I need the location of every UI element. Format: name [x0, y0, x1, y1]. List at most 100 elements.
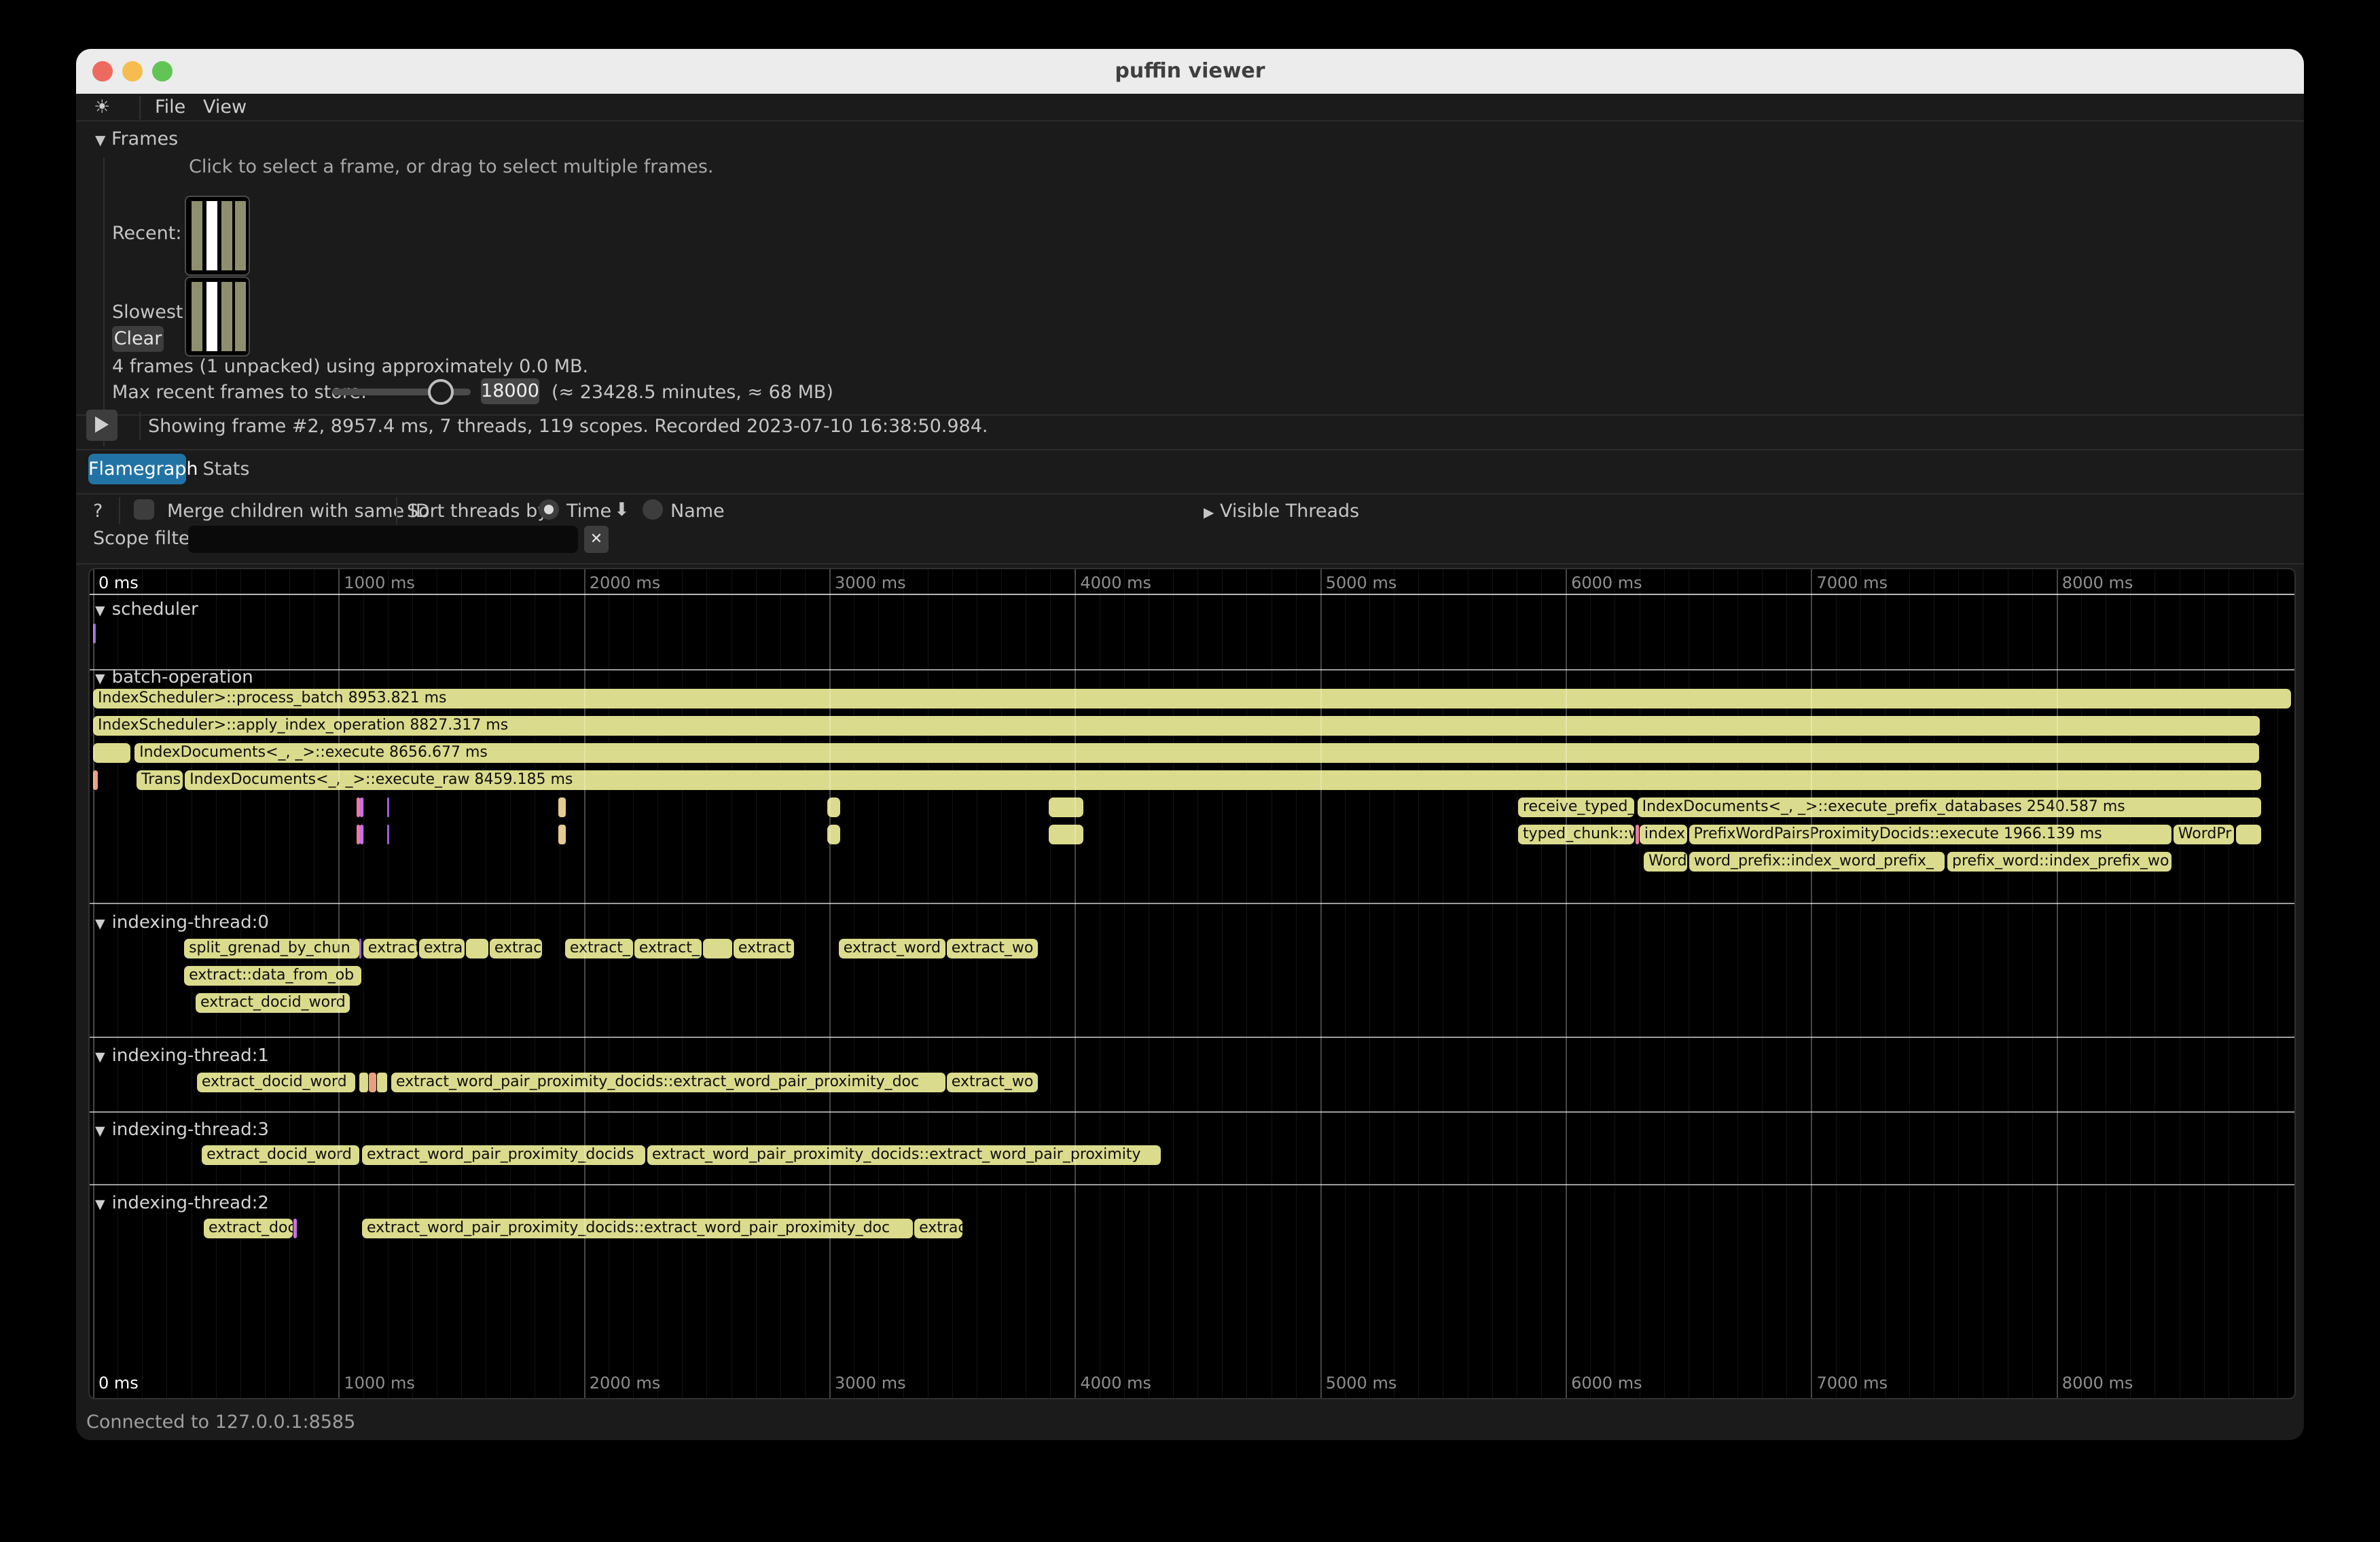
- thread-header-indexing-thread:2[interactable]: ▼indexing-thread:2: [95, 1193, 269, 1213]
- scope-bar[interactable]: [558, 825, 566, 844]
- recent-frames-thumbnail[interactable]: [185, 196, 250, 276]
- scope-bar[interactable]: [359, 939, 361, 958]
- slowest-frames-thumbnail[interactable]: [185, 276, 250, 357]
- frames-header[interactable]: ▼ Frames: [95, 128, 178, 149]
- thread-header-indexing-thread:1[interactable]: ▼indexing-thread:1: [95, 1045, 269, 1066]
- clear-button[interactable]: Clear: [112, 326, 164, 352]
- scope-bar[interactable]: extract::data_from_ob: [184, 966, 361, 986]
- thread-header-indexing-thread:3[interactable]: ▼ indexing-thread:3: [95, 1119, 269, 1140]
- theme-toggle-icon[interactable]: ☀: [94, 94, 110, 121]
- scope-bar[interactable]: prefix_word::index_prefix_wo: [1947, 852, 2171, 872]
- scope-bar[interactable]: extract_wo: [947, 939, 1038, 958]
- scope-bar[interactable]: [2236, 825, 2261, 844]
- scope-bar[interactable]: extract_wo: [947, 1073, 1038, 1092]
- scope-bar[interactable]: receive_typed_: [1518, 797, 1634, 817]
- scope-bar[interactable]: [1049, 825, 1083, 844]
- frames-header-label: Frames: [111, 128, 178, 149]
- scope-bar[interactable]: extract_docid_word: [196, 993, 350, 1013]
- scope-bar[interactable]: typed_chunk::w: [1518, 825, 1634, 844]
- scope-bar[interactable]: extract: [734, 939, 794, 958]
- thread-header-indexing-thread:0[interactable]: ▼indexing-thread:0: [95, 912, 269, 933]
- scope-bar[interactable]: [360, 825, 363, 844]
- scope-bar[interactable]: extra: [419, 939, 465, 958]
- frame-bar: [206, 282, 217, 351]
- scope-bar[interactable]: [293, 1219, 297, 1238]
- scope-bar[interactable]: IndexDocuments<_, _>::execute_prefix_dat…: [1638, 797, 2261, 817]
- scope-bar[interactable]: [703, 939, 732, 958]
- major-gridline: [829, 569, 831, 1398]
- axis-tick-label: 4000 ms: [1080, 573, 1151, 592]
- scope-bar[interactable]: [360, 797, 363, 817]
- scope-bar[interactable]: index: [1640, 825, 1687, 844]
- flamegraph-canvas[interactable]: 0 ms1000 ms2000 ms3000 ms4000 ms5000 ms6…: [88, 568, 2296, 1399]
- scope-bar[interactable]: Word: [1644, 852, 1687, 872]
- tab-flamegraph[interactable]: Flamegraph: [88, 454, 186, 484]
- major-gridline: [584, 569, 585, 1398]
- scope-bar[interactable]: [387, 825, 389, 844]
- axis-tick-label: 8000 ms: [2062, 573, 2133, 592]
- collapse-icon: ▼: [95, 1050, 105, 1064]
- scope-bar[interactable]: extract_doc: [204, 1219, 293, 1238]
- scope-bar[interactable]: [369, 1073, 376, 1092]
- clear-filter-button[interactable]: ✕: [584, 526, 609, 553]
- collapse-icon: ▼: [95, 132, 105, 148]
- scope-bar[interactable]: [1636, 825, 1639, 844]
- sort-name-radio[interactable]: [643, 499, 663, 520]
- sort-direction-icon[interactable]: ⬇: [614, 499, 630, 520]
- visible-threads-toggle[interactable]: ▶ Visible Threads: [1204, 501, 1359, 522]
- collapse-icon: ▼: [95, 1124, 105, 1138]
- scope-bar[interactable]: WordPr: [2174, 825, 2234, 844]
- sort-time-radio[interactable]: [539, 499, 559, 520]
- help-button[interactable]: ?: [93, 501, 103, 522]
- scope-bar[interactable]: [466, 939, 488, 958]
- thread-header-scheduler[interactable]: ▼scheduler: [95, 599, 198, 620]
- scope-bar[interactable]: extract_word: [839, 939, 945, 958]
- scope-bar[interactable]: extract_: [634, 939, 702, 958]
- scope-bar[interactable]: [93, 743, 130, 763]
- scope-bar[interactable]: extract: [363, 939, 418, 958]
- scope-bar[interactable]: [377, 1073, 387, 1092]
- scope-bar[interactable]: extract_word_pair_proximity_docids::extr…: [647, 1145, 1161, 1165]
- visible-threads-label: Visible Threads: [1220, 501, 1359, 522]
- axis-tick-label: 5000 ms: [1326, 1374, 1397, 1393]
- scope-bar[interactable]: extract_docid_word: [202, 1145, 359, 1165]
- tab-stats[interactable]: Stats: [202, 454, 250, 484]
- scope-bar[interactable]: IndexScheduler>::process_batch 8953.821 …: [93, 689, 2291, 709]
- scope-bar[interactable]: PrefixWordPairsProximityDocids::execute …: [1689, 825, 2172, 844]
- status-connection: Connected to 127.0.0.1:8585: [86, 1412, 355, 1433]
- scope-bar[interactable]: extrac: [490, 939, 542, 958]
- scope-bar[interactable]: [1049, 797, 1083, 817]
- radio-dot: [544, 505, 554, 514]
- scope-filter-input[interactable]: [188, 526, 578, 553]
- frame-bar: [221, 201, 232, 270]
- scope-bar[interactable]: split_grenad_by_chun: [184, 939, 359, 958]
- scope-bar[interactable]: extract_word_pair_proximity_docids::extr…: [391, 1073, 945, 1092]
- major-gridline: [1075, 569, 1076, 1398]
- menu-file[interactable]: File: [155, 94, 185, 121]
- scope-bar[interactable]: Trans: [137, 770, 183, 790]
- max-frames-note: (≈ 23428.5 minutes, ≈ 68 MB): [552, 382, 833, 403]
- slider-handle[interactable]: [428, 379, 454, 405]
- scope-bar[interactable]: IndexDocuments<_, _>::execute_raw 8459.1…: [185, 770, 2261, 790]
- divider: [139, 412, 141, 440]
- scope-bar[interactable]: extract_docid_word: [197, 1073, 355, 1092]
- play-button[interactable]: [86, 410, 118, 441]
- thread-header-batch-operation[interactable]: ▼batch-operation: [95, 667, 253, 687]
- scope-bar[interactable]: [387, 797, 389, 817]
- scope-bar[interactable]: [558, 797, 566, 817]
- collapse-icon: ▼: [95, 916, 105, 931]
- merge-children-checkbox[interactable]: [134, 499, 154, 520]
- major-gridline: [2057, 569, 2058, 1398]
- scope-bar[interactable]: extract_: [565, 939, 633, 958]
- scope-bar[interactable]: word_prefix::index_word_prefix_: [1689, 852, 1945, 872]
- scope-bar[interactable]: [359, 1073, 368, 1092]
- scope-bar[interactable]: IndexScheduler>::apply_index_operation 8…: [93, 716, 2260, 736]
- menu-view[interactable]: View: [203, 94, 247, 121]
- scope-bar[interactable]: extract_word_pair_proximity_docids: [362, 1145, 645, 1165]
- scope-bar[interactable]: IndexDocuments<_, _>::execute 8656.677 m…: [134, 743, 2259, 763]
- axis-tick-label: 1000 ms: [344, 1374, 415, 1393]
- scope-bar[interactable]: extrac: [914, 1219, 962, 1238]
- thread-name: indexing-thread:3: [112, 1119, 269, 1140]
- max-frames-value[interactable]: 18000: [481, 378, 539, 404]
- axis-tick-label: 8000 ms: [2062, 1374, 2133, 1393]
